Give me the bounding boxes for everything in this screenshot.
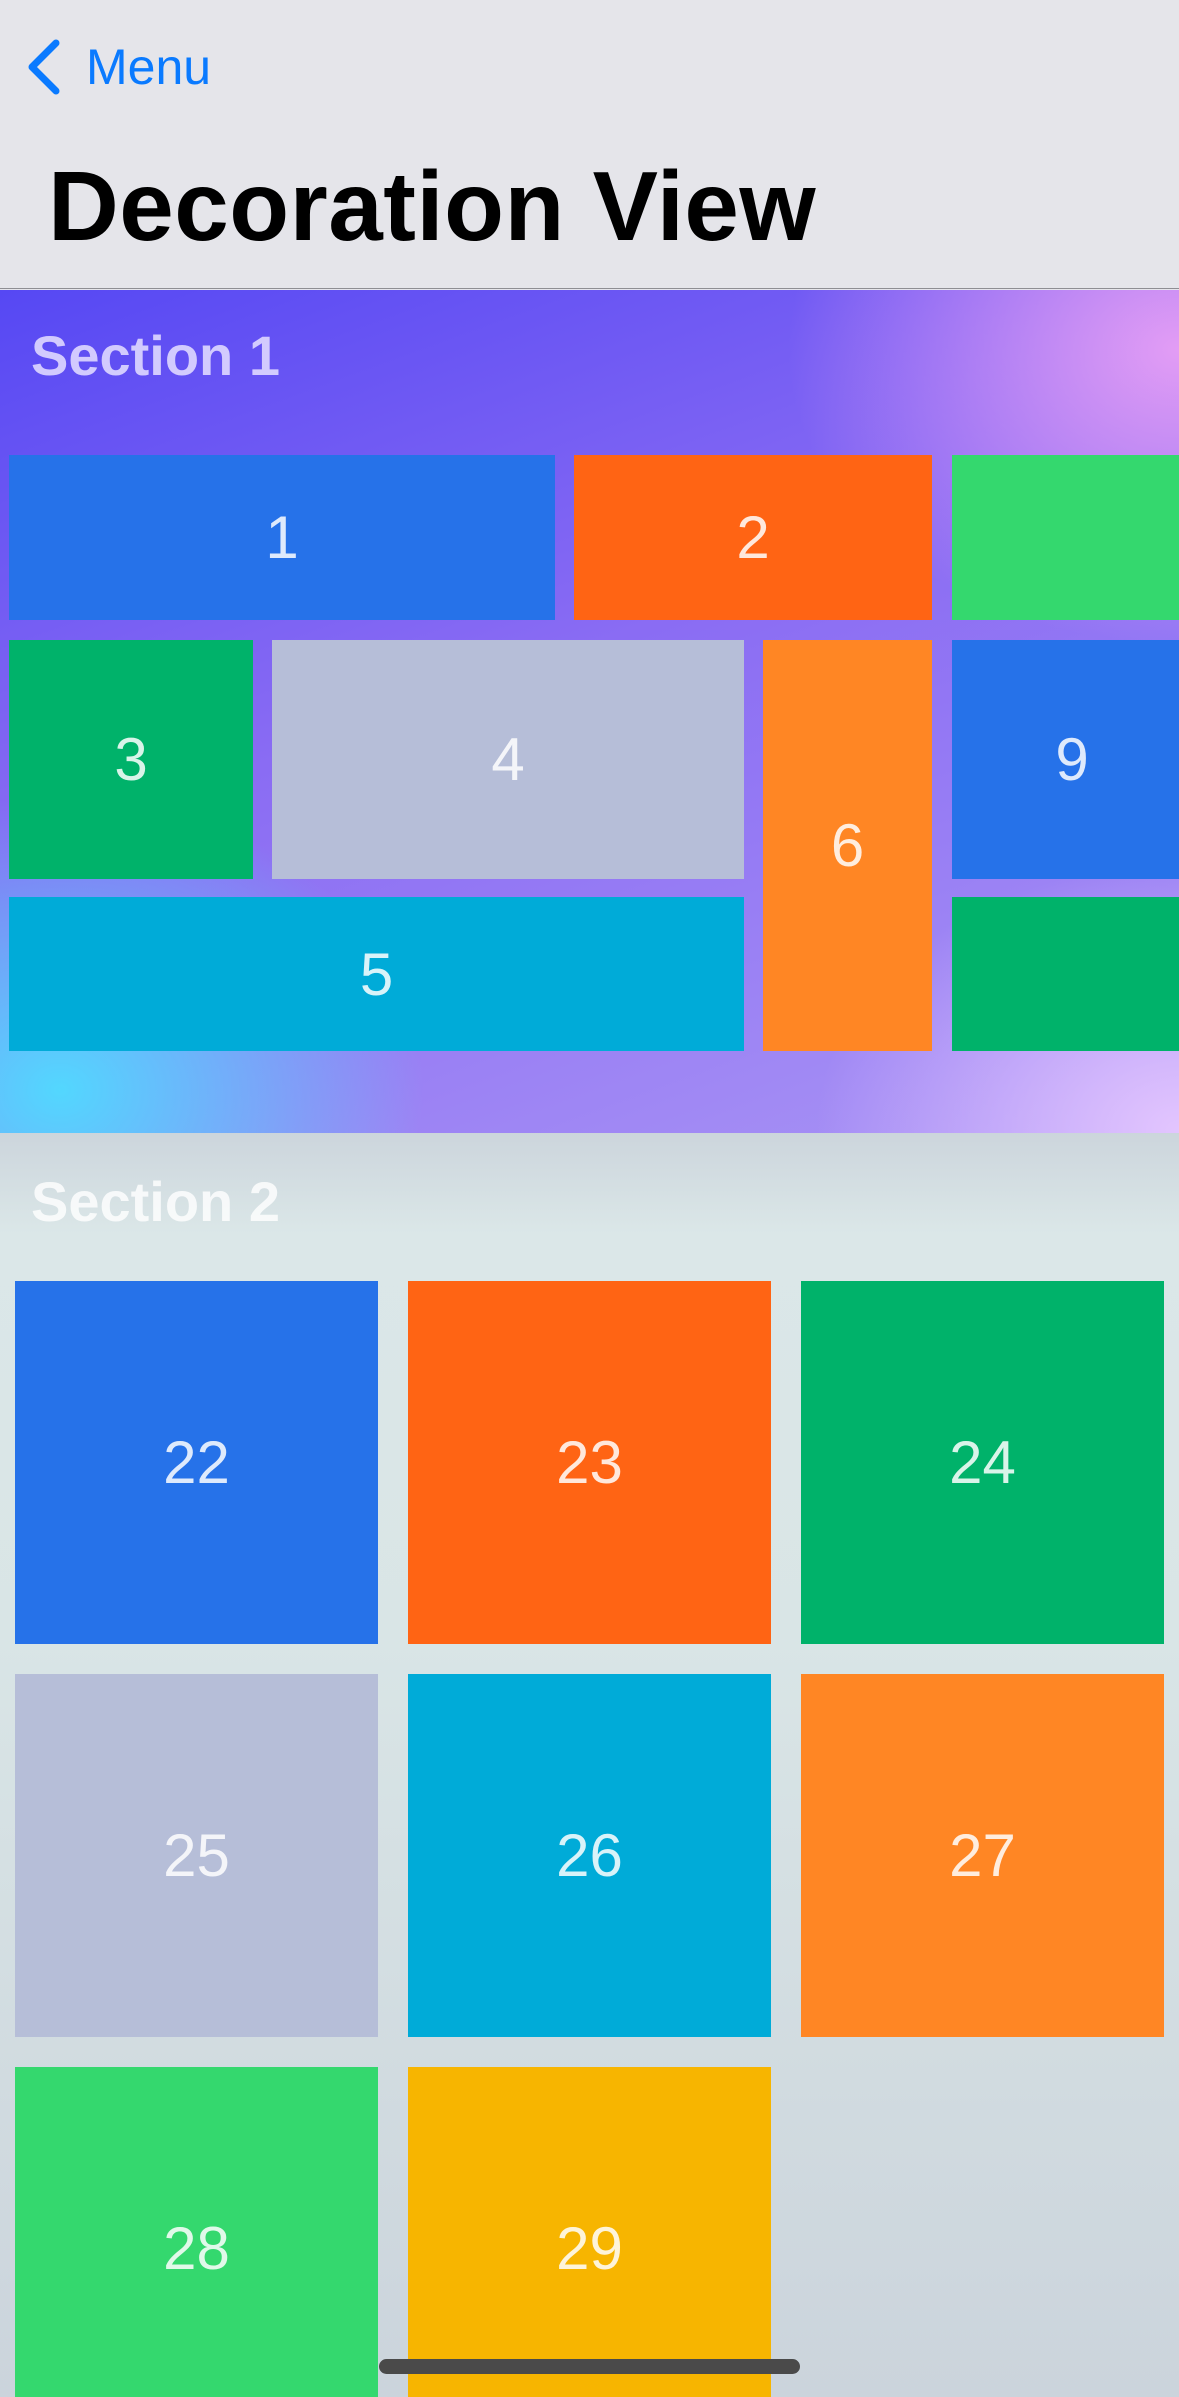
section-2-header: Section 2 [31, 1170, 280, 1233]
page-title: Decoration View [48, 151, 817, 261]
cell-3[interactable]: 3 [9, 640, 253, 879]
cell-22[interactable]: 22 [15, 1281, 378, 1644]
cell-27[interactable]: 27 [801, 1674, 1164, 2037]
cell-partial-green-2[interactable] [952, 897, 1179, 1051]
cell-25[interactable]: 25 [15, 1674, 378, 2037]
cell-partial-green[interactable] [952, 455, 1179, 620]
home-indicator[interactable] [379, 2359, 800, 2374]
cell-23[interactable]: 23 [408, 1281, 771, 1644]
section-1-header: Section 1 [31, 324, 280, 387]
navigation-bar: Menu Decoration View [0, 0, 1179, 289]
cell-9[interactable]: 9 [952, 640, 1179, 879]
section-2-decoration: Section 2 22 23 24 25 26 27 28 29 [0, 1133, 1179, 2397]
cell-26[interactable]: 26 [408, 1674, 771, 2037]
chevron-left-icon [28, 39, 60, 95]
cell-28[interactable]: 28 [15, 2067, 378, 2397]
section-1-decoration: Section 1 1 2 3 4 6 9 5 [0, 290, 1179, 1133]
cell-29[interactable]: 29 [408, 2067, 771, 2397]
cell-24[interactable]: 24 [801, 1281, 1164, 1644]
back-button-label: Menu [86, 39, 212, 95]
cell-2[interactable]: 2 [574, 455, 932, 620]
cell-6[interactable]: 6 [763, 640, 932, 1051]
cell-4[interactable]: 4 [272, 640, 744, 879]
back-button[interactable]: Menu [24, 34, 211, 100]
cell-1[interactable]: 1 [9, 455, 555, 620]
cell-5[interactable]: 5 [9, 897, 744, 1051]
